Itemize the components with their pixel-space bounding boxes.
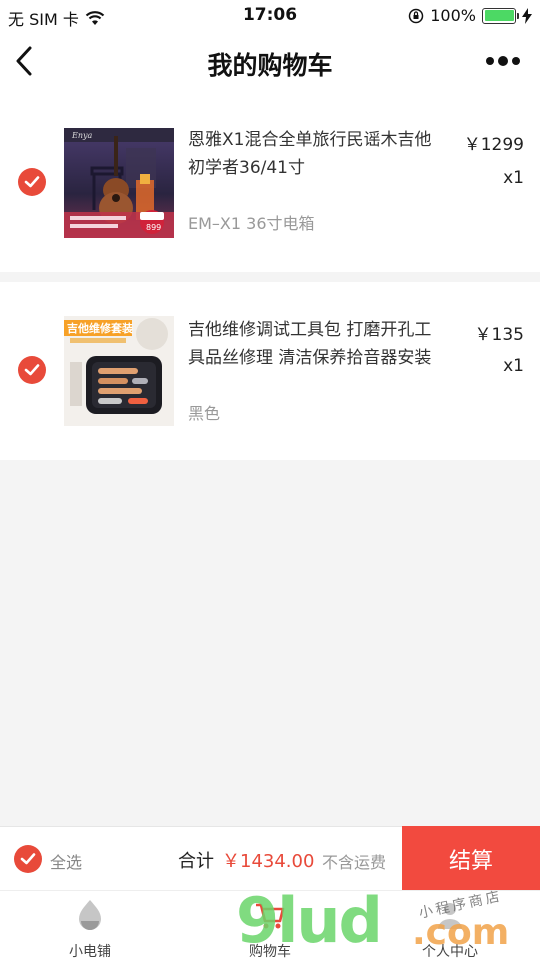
checkmark-icon <box>24 176 40 188</box>
price-badge-text: 899 <box>146 223 161 232</box>
select-all-label[interactable]: 全选 <box>50 849 82 873</box>
tab-cart[interactable]: 购物车 <box>210 897 330 960</box>
item-price: ￥1299 <box>463 135 524 155</box>
checkout-button[interactable]: 结算 <box>402 826 540 891</box>
page-title: 我的购物车 <box>207 51 333 80</box>
item-checkbox[interactable] <box>18 356 46 384</box>
profile-icon <box>438 903 462 929</box>
cart-item[interactable]: Enya 899 恩雅X1混合全单旅行民谣木吉他初学者36/41寸 EM–X1 … <box>0 92 540 272</box>
product-image-guitar[interactable]: Enya 899 <box>64 128 174 238</box>
item-spec: EM–X1 36寸电箱 <box>188 214 315 233</box>
status-bar: 无 SIM 卡 17:06 100% <box>0 0 540 30</box>
tab-profile[interactable]: 个人中心 <box>390 897 510 960</box>
svg-text:Enya: Enya <box>71 131 93 140</box>
select-all-checkbox[interactable] <box>14 845 42 873</box>
checkmark-icon <box>20 853 36 865</box>
status-right: 100% <box>408 6 532 25</box>
item-checkbox[interactable] <box>18 168 46 196</box>
item-title[interactable]: 恩雅X1混合全单旅行民谣木吉他初学者36/41寸 <box>188 126 443 182</box>
tab-label: 小电铺 <box>69 944 111 960</box>
more-dots-icon <box>486 56 520 66</box>
total-label: 合计 <box>178 851 214 872</box>
item-quantity: x1 <box>503 356 524 376</box>
tab-shop[interactable]: 小电铺 <box>30 897 150 960</box>
battery-percent: 100% <box>430 6 476 25</box>
tab-label: 购物车 <box>249 944 291 960</box>
item-title[interactable]: 吉他维修调试工具包 打磨开孔工具品丝修理 清洁保养拾音器安装 <box>188 316 443 372</box>
total-amount: ￥1434.00 <box>222 851 315 872</box>
toolkit-banner-text: 吉他维修套装 <box>67 321 133 335</box>
tab-label: 个人中心 <box>422 944 478 960</box>
orientation-lock-icon <box>409 8 424 23</box>
item-spec: 黑色 <box>188 404 221 423</box>
charging-icon <box>522 7 532 24</box>
checkout-bar: 全选 合计 ￥1434.00 不含运费 结算 <box>0 826 540 891</box>
tab-bar: 小电铺 购物车 个人中心 <box>0 890 540 960</box>
cart-icon <box>256 903 285 929</box>
cart-item[interactable]: 吉他维修套装 吉他维修调试工具包 打磨开孔工具品丝修理 清洁保养拾音器安装 黑色… <box>0 282 540 460</box>
product-image-toolkit[interactable]: 吉他维修套装 <box>64 316 174 426</box>
item-quantity: x1 <box>503 168 524 188</box>
item-price: ￥135 <box>474 325 524 345</box>
nav-bar: 我的购物车 <box>0 30 540 92</box>
battery-fill <box>484 10 514 21</box>
checkmark-icon <box>24 364 40 376</box>
shipping-note: 不含运费 <box>322 853 387 872</box>
more-button[interactable] <box>484 52 524 70</box>
shop-icon <box>79 900 101 930</box>
battery-icon <box>482 7 519 24</box>
